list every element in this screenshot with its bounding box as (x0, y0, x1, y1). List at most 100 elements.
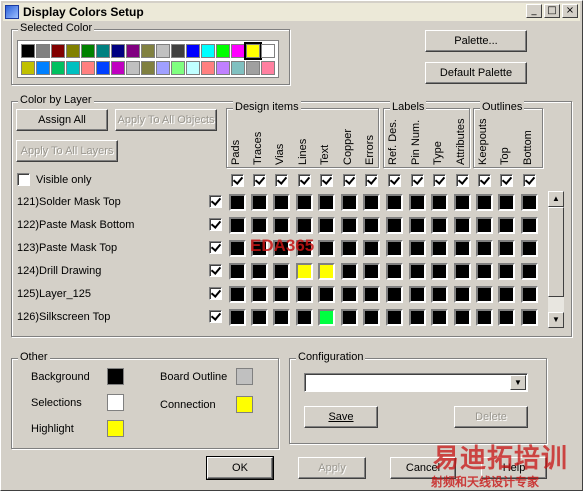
palette-swatch[interactable] (201, 44, 215, 58)
palette-swatch[interactable] (81, 61, 95, 75)
layer-color-cell[interactable] (363, 194, 380, 211)
palette-swatch[interactable] (51, 44, 65, 58)
palette-swatch[interactable] (141, 61, 155, 75)
ok-button[interactable]: OK (206, 456, 274, 480)
column-visible-checkbox[interactable] (343, 174, 356, 187)
palette-swatch[interactable] (216, 61, 230, 75)
layer-color-cell[interactable] (498, 217, 515, 234)
layer-color-cell[interactable] (363, 217, 380, 234)
column-visible-checkbox[interactable] (253, 174, 266, 187)
palette-swatch[interactable] (36, 61, 50, 75)
layer-color-cell[interactable] (318, 263, 335, 280)
highlight-swatch[interactable] (107, 420, 124, 437)
layer-color-cell[interactable] (363, 286, 380, 303)
column-visible-checkbox[interactable] (411, 174, 424, 187)
palette-swatch[interactable] (246, 61, 260, 75)
scroll-up-icon[interactable]: ▲ (548, 191, 564, 207)
layer-color-cell[interactable] (318, 286, 335, 303)
layer-color-cell[interactable] (296, 194, 313, 211)
apply-to-all-layers-button[interactable]: Apply To All Layers (16, 140, 118, 162)
layer-color-cell[interactable] (296, 286, 313, 303)
save-button[interactable]: Save (304, 406, 378, 428)
layer-color-cell[interactable] (476, 309, 493, 326)
apply-button[interactable]: Apply (298, 457, 366, 479)
layer-color-cell[interactable] (229, 217, 246, 234)
layer-visible-checkbox[interactable] (209, 218, 222, 231)
board-outline-swatch[interactable] (236, 368, 253, 385)
layer-color-cell[interactable] (386, 309, 403, 326)
layer-color-cell[interactable] (431, 194, 448, 211)
palette-swatch[interactable] (66, 61, 80, 75)
palette-swatch[interactable] (201, 61, 215, 75)
layer-color-cell[interactable] (454, 217, 471, 234)
column-visible-checkbox[interactable] (275, 174, 288, 187)
palette-swatch[interactable] (111, 61, 125, 75)
layer-color-cell[interactable] (363, 263, 380, 280)
palette-swatch[interactable] (186, 44, 200, 58)
palette-swatch[interactable] (21, 61, 35, 75)
layer-color-cell[interactable] (498, 286, 515, 303)
palette-swatch[interactable] (51, 61, 65, 75)
column-visible-checkbox[interactable] (433, 174, 446, 187)
layer-visible-checkbox[interactable] (209, 264, 222, 277)
layer-color-cell[interactable] (341, 263, 358, 280)
palette-swatch[interactable] (21, 44, 35, 58)
layer-color-cell[interactable] (521, 263, 538, 280)
layer-color-cell[interactable] (363, 240, 380, 257)
palette-swatch[interactable] (231, 61, 245, 75)
palette-swatch[interactable] (171, 44, 185, 58)
palette-swatch[interactable] (156, 44, 170, 58)
column-visible-checkbox[interactable] (478, 174, 491, 187)
palette-swatch[interactable] (141, 44, 155, 58)
palette-swatch[interactable] (96, 44, 110, 58)
scroll-thumb[interactable] (548, 207, 564, 297)
minimize-button[interactable]: _ (526, 4, 542, 18)
layer-color-cell[interactable] (409, 240, 426, 257)
layer-color-cell[interactable] (341, 309, 358, 326)
palette-swatch[interactable] (244, 42, 262, 60)
delete-button[interactable]: Delete (454, 406, 528, 428)
column-visible-checkbox[interactable] (365, 174, 378, 187)
layer-visible-checkbox[interactable] (209, 287, 222, 300)
layer-color-cell[interactable] (273, 286, 290, 303)
column-visible-checkbox[interactable] (320, 174, 333, 187)
layer-color-cell[interactable] (386, 240, 403, 257)
layer-color-cell[interactable] (476, 263, 493, 280)
layer-color-cell[interactable] (273, 309, 290, 326)
layer-color-cell[interactable] (386, 194, 403, 211)
layer-color-cell[interactable] (251, 263, 268, 280)
scroll-down-icon[interactable]: ▼ (548, 312, 564, 328)
layer-color-cell[interactable] (431, 217, 448, 234)
layer-color-cell[interactable] (318, 217, 335, 234)
layer-color-cell[interactable] (318, 194, 335, 211)
palette-swatch[interactable] (171, 61, 185, 75)
layer-color-cell[interactable] (498, 309, 515, 326)
layer-visible-checkbox[interactable] (209, 195, 222, 208)
layer-color-cell[interactable] (386, 217, 403, 234)
help-button[interactable]: Help (481, 457, 547, 479)
layer-color-cell[interactable] (521, 286, 538, 303)
apply-to-all-objects-button[interactable]: Apply To All Objects (115, 109, 217, 131)
layer-color-cell[interactable] (431, 240, 448, 257)
layer-color-cell[interactable] (454, 286, 471, 303)
palette-swatch[interactable] (186, 61, 200, 75)
background-swatch[interactable] (107, 368, 124, 385)
layer-color-cell[interactable] (251, 286, 268, 303)
layer-color-cell[interactable] (476, 286, 493, 303)
layer-color-cell[interactable] (476, 194, 493, 211)
layer-color-cell[interactable] (229, 286, 246, 303)
layer-color-cell[interactable] (498, 263, 515, 280)
column-visible-checkbox[interactable] (523, 174, 536, 187)
layer-color-cell[interactable] (341, 194, 358, 211)
layer-color-cell[interactable] (521, 194, 538, 211)
layer-color-cell[interactable] (273, 194, 290, 211)
layer-visible-checkbox[interactable] (209, 241, 222, 254)
layer-color-cell[interactable] (229, 309, 246, 326)
layer-color-cell[interactable] (386, 263, 403, 280)
column-visible-checkbox[interactable] (388, 174, 401, 187)
assign-all-button[interactable]: Assign All (16, 109, 108, 131)
selections-swatch[interactable] (107, 394, 124, 411)
layer-color-cell[interactable] (229, 194, 246, 211)
layer-color-cell[interactable] (318, 309, 335, 326)
layer-color-cell[interactable] (296, 263, 313, 280)
